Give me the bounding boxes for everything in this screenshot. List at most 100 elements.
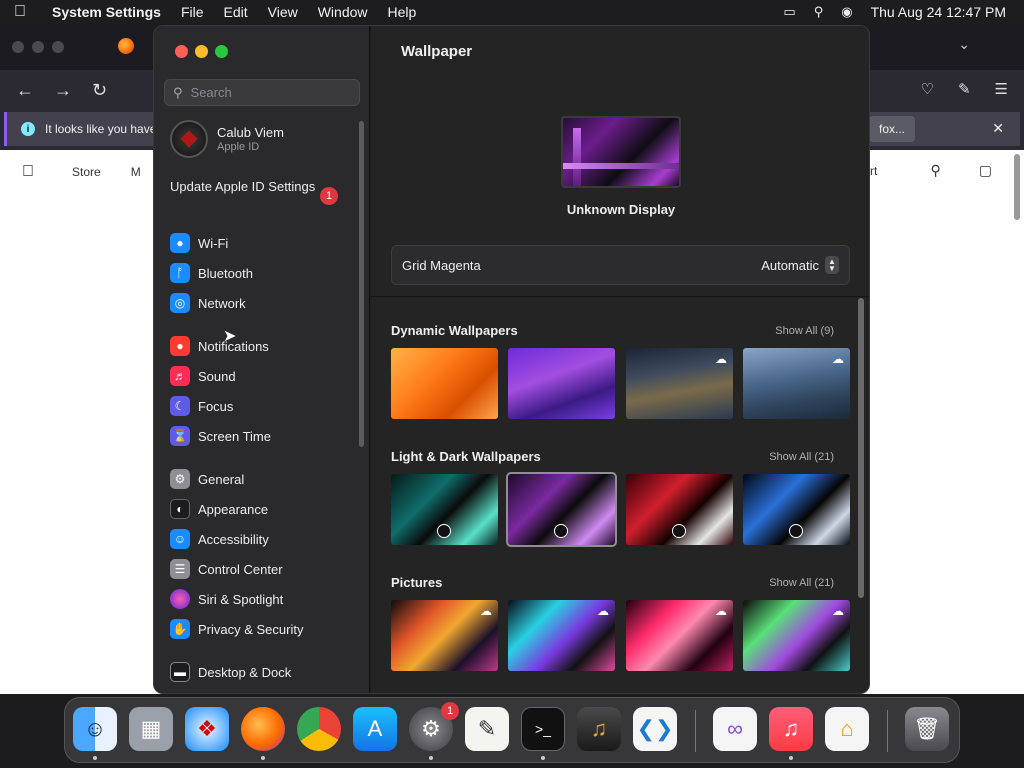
app-store-icon[interactable]: A: [353, 707, 397, 751]
sidebar-scrollbar[interactable]: [359, 121, 364, 447]
sidebar-item-sound[interactable]: ♬ Sound: [170, 365, 236, 387]
section-dynamic-title: Dynamic Wallpapers: [391, 323, 518, 338]
home-icon[interactable]: ⌂: [825, 707, 869, 751]
sidebar-item-general[interactable]: ⚙ General: [170, 468, 244, 490]
running-indicator: [429, 756, 433, 760]
apple-logo-icon[interactable]: : [22, 163, 34, 181]
wallpaper-ventura-orange[interactable]: [391, 348, 498, 419]
chrome-icon[interactable]: [297, 707, 341, 751]
page-scrollbar[interactable]: [1014, 154, 1020, 220]
info-icon: i: [21, 122, 35, 136]
show-all-dynamic[interactable]: Show All (9): [775, 325, 834, 337]
update-badge: 1: [320, 187, 338, 205]
sidebar-item-control-center[interactable]: ☰ Control Center: [170, 558, 283, 580]
sidebar-item-focus[interactable]: ☾ Focus: [170, 395, 233, 417]
pocket-icon[interactable]: ♡: [921, 80, 934, 98]
extensions-icon[interactable]: ✎: [958, 80, 971, 98]
browser-zoom-dim[interactable]: [52, 41, 64, 53]
trash-icon[interactable]: 🗑: [905, 707, 949, 751]
wallpaper-red-wave[interactable]: [626, 474, 733, 545]
window-close-button[interactable]: [175, 45, 188, 58]
sidebar-item-wifi[interactable]: ● Wi-Fi: [170, 232, 228, 254]
menu-help[interactable]: Help: [378, 4, 427, 20]
tab-list-chevron-icon[interactable]: ⌄: [958, 36, 970, 53]
visual-studio-icon[interactable]: ∞: [713, 707, 757, 751]
menu-window[interactable]: Window: [308, 4, 378, 20]
accessibility-icon: ☺: [170, 529, 190, 549]
running-indicator: [541, 756, 545, 760]
update-apple-id-settings[interactable]: Update Apple ID Settings: [170, 179, 340, 195]
nav-partial-link[interactable]: M: [131, 165, 141, 179]
menu-view[interactable]: View: [258, 4, 308, 20]
menu-clock[interactable]: Thu Aug 24 12:47 PM: [871, 4, 1006, 20]
sidebar-item-screen-time[interactable]: ⌛ Screen Time: [170, 425, 271, 447]
spotlight-search-icon[interactable]: ⚲: [814, 4, 824, 20]
wallpaper-picture-2[interactable]: ☁: [508, 600, 615, 671]
safari-icon[interactable]: ❖: [185, 707, 229, 751]
wallpaper-grid-teal[interactable]: [391, 474, 498, 545]
firefox-icon[interactable]: [241, 707, 285, 751]
apple-id-account[interactable]: Calub Viem Apple ID: [170, 120, 284, 158]
menu-file[interactable]: File: [171, 4, 214, 20]
notice-close-icon[interactable]: ✕: [992, 120, 1004, 137]
content-scrollbar[interactable]: [858, 298, 864, 598]
wallpaper-catalina-coast[interactable]: ☁: [743, 348, 850, 419]
launchpad-icon[interactable]: ▦: [129, 707, 173, 751]
browser-minimize-dim[interactable]: [32, 41, 44, 53]
forward-icon[interactable]: →: [54, 80, 72, 101]
nav-partial-link-right[interactable]: rt: [870, 164, 877, 178]
reload-icon[interactable]: ↻: [92, 80, 107, 101]
menu-app-name[interactable]: System Settings: [40, 4, 171, 20]
sidebar-item-network[interactable]: ◎ Network: [170, 292, 246, 314]
site-search-icon[interactable]: ⚲: [931, 162, 941, 179]
sidebar-item-appearance[interactable]: ◐ Appearance: [170, 498, 268, 520]
apple-menu-icon[interactable]: : [0, 3, 40, 21]
finder-icon[interactable]: ☺: [73, 707, 117, 751]
wallpaper-grid-magenta-selected[interactable]: [506, 472, 617, 547]
dock: ☺ ▦ ❖ A ⚙ 1 ✎ >_ ♫ ❮❯ ∞ ♫ ⌂ 🗑: [64, 697, 960, 763]
control-center-icon[interactable]: ◉: [841, 4, 852, 20]
sidebar-item-notifications[interactable]: ● Notifications: [170, 335, 269, 357]
window-zoom-button[interactable]: [215, 45, 228, 58]
globe-icon: ◎: [170, 293, 190, 313]
nav-store-link[interactable]: Store: [72, 165, 101, 179]
garageband-icon[interactable]: ♫: [577, 707, 621, 751]
gear-icon: ⚙: [170, 469, 190, 489]
sidebar-item-label: Control Center: [198, 561, 283, 577]
menu-edit[interactable]: Edit: [214, 4, 258, 20]
music-icon[interactable]: ♫: [769, 707, 813, 751]
firefox-tab-icon[interactable]: [118, 38, 134, 54]
wallpaper-picture-1[interactable]: ☁: [391, 600, 498, 671]
sidebar-item-siri-spotlight[interactable]: Siri & Spotlight: [170, 588, 283, 610]
hamburger-menu-icon[interactable]: ☰: [995, 80, 1008, 98]
vscode-icon[interactable]: ❮❯: [633, 707, 677, 751]
back-icon[interactable]: ←: [16, 80, 34, 101]
browser-close-dim[interactable]: [12, 41, 24, 53]
sidebar-item-desktop-dock[interactable]: ▬ Desktop & Dock: [170, 661, 291, 683]
textedit-icon[interactable]: ✎: [465, 707, 509, 751]
wallpaper-picture-3[interactable]: ☁: [626, 600, 733, 671]
window-minimize-button[interactable]: [195, 45, 208, 58]
shopping-bag-icon[interactable]: ▢: [979, 162, 992, 179]
notice-action-button[interactable]: fox...: [869, 116, 916, 142]
section-light-dark-title: Light & Dark Wallpapers: [391, 449, 541, 464]
wallpaper-mode-select[interactable]: Automatic ▲ ▼: [761, 256, 839, 274]
sidebar-item-label: Sound: [198, 368, 236, 384]
sidebar-item-accessibility[interactable]: ☺ Accessibility: [170, 528, 269, 550]
terminal-icon[interactable]: >_: [521, 707, 565, 751]
light-dark-mode-icon: [554, 524, 568, 538]
wallpaper-blue-wave[interactable]: [743, 474, 850, 545]
sidebar-search[interactable]: ⚲: [164, 79, 360, 106]
search-input[interactable]: [190, 85, 341, 100]
screen-mirroring-icon[interactable]: ▭: [783, 4, 795, 20]
show-all-pictures[interactable]: Show All (21): [769, 577, 834, 589]
display-preview[interactable]: [561, 116, 681, 188]
wallpaper-monterey-purple[interactable]: [508, 348, 615, 419]
wallpaper-picture-4[interactable]: ☁: [743, 600, 850, 671]
cloud-download-icon: ☁: [715, 352, 727, 366]
sidebar-item-label: Focus: [198, 398, 234, 414]
wallpaper-catalina-island[interactable]: ☁: [626, 348, 733, 419]
sidebar-item-bluetooth[interactable]: ᚩ Bluetooth: [170, 262, 253, 284]
show-all-light-dark[interactable]: Show All (21): [769, 451, 834, 463]
sidebar-item-privacy-security[interactable]: ✋ Privacy & Security: [170, 618, 303, 640]
